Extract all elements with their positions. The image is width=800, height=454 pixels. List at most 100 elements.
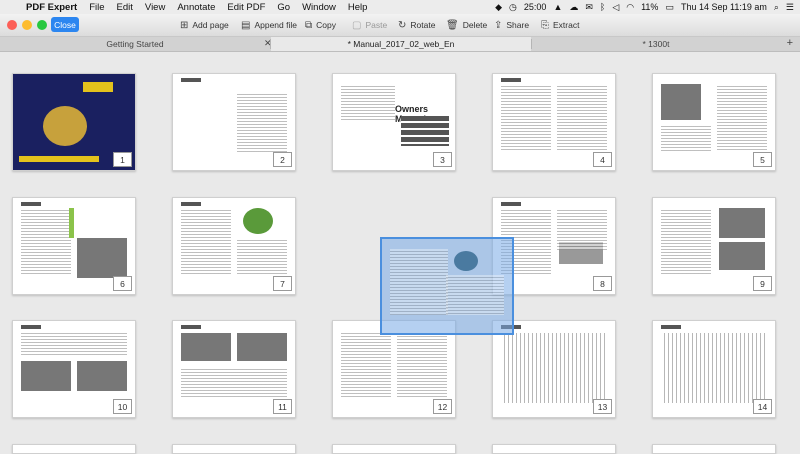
- search-icon[interactable]: ⌕: [774, 2, 779, 13]
- page-header: [181, 202, 201, 206]
- menu-app-name[interactable]: PDF Expert: [26, 2, 77, 13]
- page-thumbnail[interactable]: 4: [492, 73, 616, 171]
- page-number: 12: [433, 399, 452, 414]
- wifi-icon[interactable]: ◠: [626, 2, 634, 13]
- tab-getting-started[interactable]: Getting Started: [0, 37, 270, 51]
- page-thumbnail[interactable]: 1: [12, 73, 136, 171]
- zoom-window-button[interactable]: [37, 20, 47, 30]
- clock-icon[interactable]: ◷: [509, 2, 517, 13]
- text-block: [557, 208, 607, 250]
- data-table: [661, 333, 767, 403]
- page-number: 1: [113, 152, 132, 167]
- page-thumbnail[interactable]: 14: [652, 320, 776, 418]
- page-header: [661, 325, 681, 329]
- page-header: [501, 78, 521, 82]
- drive-icon[interactable]: ▲: [553, 2, 562, 12]
- bike-hub-image: [661, 84, 701, 120]
- text-block: [181, 208, 231, 276]
- new-tab-icon[interactable]: +: [787, 37, 793, 49]
- hub-image: [43, 106, 87, 146]
- page-thumbnail[interactable]: 9: [652, 197, 776, 295]
- append-file-button[interactable]: ▤ Append file: [241, 17, 297, 33]
- brand-logo: [83, 82, 113, 92]
- illustration: [181, 333, 231, 361]
- cloud-icon[interactable]: ☁: [569, 2, 578, 13]
- page-thumbnail[interactable]: 10: [12, 320, 136, 418]
- page-number: 2: [273, 152, 292, 167]
- menu-help[interactable]: Help: [348, 2, 368, 13]
- menu-view[interactable]: View: [145, 2, 165, 13]
- bluetooth-icon[interactable]: ᛒ: [600, 2, 605, 12]
- paste-button[interactable]: ▢ Paste: [352, 17, 387, 33]
- close-window-button[interactable]: [7, 20, 17, 30]
- page-thumbnail[interactable]: [652, 444, 776, 454]
- menu-edit[interactable]: Edit: [117, 2, 133, 13]
- page-thumbnail[interactable]: [172, 444, 296, 454]
- page-header: [181, 325, 201, 329]
- text-block: [21, 331, 127, 357]
- append-file-icon: ▤: [241, 19, 251, 31]
- illustration: [719, 242, 765, 270]
- menu-window[interactable]: Window: [302, 2, 336, 13]
- battery-percent[interactable]: 11%: [641, 2, 658, 12]
- tab-manual[interactable]: * Manual_2017_02_web_En: [271, 37, 531, 51]
- page-thumbnail[interactable]: 7: [172, 197, 296, 295]
- illustration: [21, 361, 71, 391]
- dragged-page-thumbnail[interactable]: [380, 237, 514, 335]
- text-block: [661, 124, 711, 152]
- illustration: [719, 208, 765, 238]
- page-thumbnail[interactable]: [12, 444, 136, 454]
- close-button[interactable]: Close: [51, 17, 79, 32]
- extract-button[interactable]: ⎘ Extract: [541, 17, 579, 33]
- page-number: 8: [593, 276, 612, 291]
- text-block: [557, 84, 607, 152]
- battery-icon[interactable]: ▭: [665, 2, 674, 13]
- page-thumbnail[interactable]: 6: [12, 197, 136, 295]
- menu-annotate[interactable]: Annotate: [177, 2, 215, 13]
- text-block: [501, 84, 551, 152]
- timer-readout[interactable]: 25:00: [524, 2, 547, 12]
- notification-list-icon[interactable]: ☰: [786, 2, 794, 13]
- text-block: [237, 238, 287, 276]
- page-number: 7: [273, 276, 292, 291]
- menu-edit-pdf[interactable]: Edit PDF: [227, 2, 265, 13]
- page-number: 6: [113, 276, 132, 291]
- page-number: 3: [433, 152, 452, 167]
- page-thumbnail[interactable]: 5: [652, 73, 776, 171]
- menu-go[interactable]: Go: [277, 2, 290, 13]
- volume-icon[interactable]: ◁: [612, 2, 619, 13]
- page-thumbnail-grid: 1 2 Owners Manual 3 4 5 6 7: [0, 52, 800, 454]
- page-thumbnail[interactable]: [332, 444, 456, 454]
- text-block: [717, 84, 767, 152]
- page-thumbnail[interactable]: [492, 444, 616, 454]
- text-block: [390, 249, 448, 315]
- text-block: [446, 275, 504, 315]
- dropbox-icon[interactable]: ◆: [495, 2, 502, 13]
- page-number: 9: [753, 276, 772, 291]
- toolbar: Close ⊞ Add page ▤ Append file ⧉ Copy ▢ Past…: [0, 14, 800, 37]
- page-number: 5: [753, 152, 772, 167]
- illustration: [77, 238, 127, 278]
- text-block: [341, 331, 391, 399]
- clock-datetime[interactable]: Thu 14 Sep 11:19 am: [681, 2, 767, 12]
- page-header: [21, 325, 41, 329]
- menu-file[interactable]: File: [89, 2, 104, 13]
- minimize-window-button[interactable]: [22, 20, 32, 30]
- page-thumbnail[interactable]: Owners Manual 3: [332, 73, 456, 171]
- highlight-bar: [69, 208, 74, 238]
- delete-button[interactable]: 🗑 Delete: [446, 17, 487, 33]
- tab-1300t[interactable]: * 1300t: [532, 37, 780, 51]
- page-thumbnail[interactable]: 11: [172, 320, 296, 418]
- page-header: [181, 78, 201, 82]
- rotate-button[interactable]: ↻ Rotate: [398, 17, 435, 33]
- page-thumbnail[interactable]: 2: [172, 73, 296, 171]
- share-button[interactable]: ⇪ Share: [494, 17, 529, 33]
- text-block: [21, 208, 71, 276]
- copy-button[interactable]: ⧉ Copy: [305, 17, 336, 33]
- page-number: 11: [273, 399, 292, 414]
- share-icon: ⇪: [494, 19, 503, 31]
- rotate-icon: ↻: [398, 19, 407, 31]
- mail-icon[interactable]: ✉: [585, 2, 593, 13]
- status-area: ◆ ◷ 25:00 ▲ ☁ ✉ ᛒ ◁ ◠ 11% ▭ Thu 14 Sep 1…: [495, 0, 794, 14]
- add-page-button[interactable]: ⊞ Add page: [180, 17, 229, 33]
